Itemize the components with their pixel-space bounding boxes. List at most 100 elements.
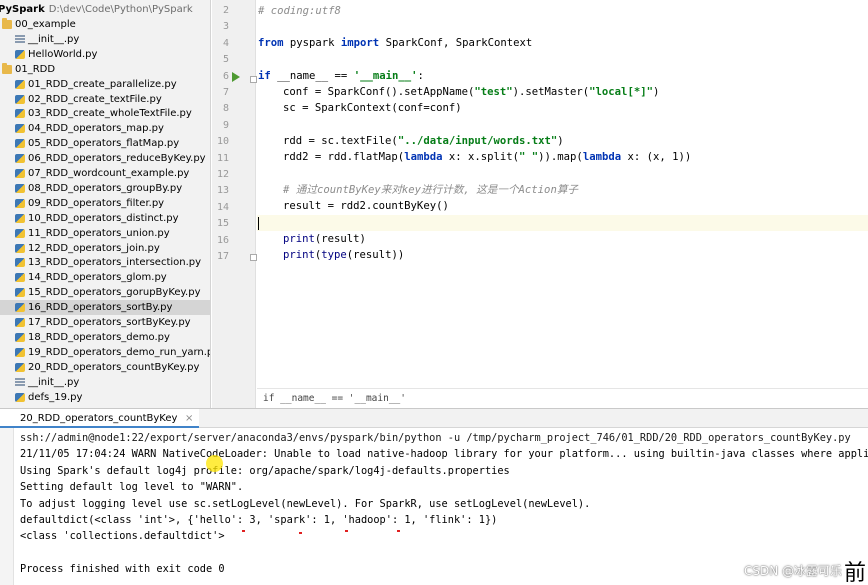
tree-file[interactable]: 11_RDD_operators_union.py bbox=[0, 226, 210, 241]
tree-file[interactable]: 09_RDD_operators_filter.py bbox=[0, 196, 210, 211]
tree-file[interactable]: 15_RDD_operators_gorupByKey.py bbox=[0, 285, 210, 300]
tree-file[interactable]: 08_RDD_operators_groupBy.py bbox=[0, 181, 210, 196]
project-tree: PySpark D:\dev\Code\Python\PySpark 00_exa… bbox=[0, 0, 211, 408]
tree-file[interactable]: __init__.py bbox=[0, 32, 210, 47]
python-file-icon bbox=[15, 258, 25, 268]
code-line-2: # coding:utf8 bbox=[258, 5, 341, 17]
project-root[interactable]: PySpark D:\dev\Code\Python\PySpark bbox=[0, 2, 210, 17]
line-number: 2 bbox=[222, 5, 229, 16]
run-gutter-icon[interactable] bbox=[232, 72, 240, 82]
tree-item-label: 17_RDD_operators_sortByKey.py bbox=[28, 317, 191, 328]
tree-file[interactable]: 19_RDD_operators_demo_run_yarn.py bbox=[0, 345, 210, 360]
tree-item-label: 10_RDD_operators_distinct.py bbox=[28, 212, 179, 224]
python-file-icon bbox=[15, 288, 25, 298]
tree-folder[interactable]: 01_RDD bbox=[0, 62, 210, 77]
run-console[interactable]: ssh://admin@node1:22/export/server/anaco… bbox=[0, 428, 868, 585]
init-file-icon bbox=[15, 34, 25, 44]
tree-file[interactable]: 12_RDD_operators_join.py bbox=[0, 241, 210, 256]
tree-item-label: 09_RDD_operators_filter.py bbox=[28, 197, 165, 209]
tree-item-label: 05_RDD_operators_flatMap.py bbox=[28, 138, 180, 150]
code-line-8: sc = SparkContext(conf=conf) bbox=[283, 102, 462, 114]
fold-marker-icon[interactable] bbox=[250, 254, 257, 261]
tree-item-label: 02_RDD_create_textFile.py bbox=[28, 93, 162, 105]
python-file-icon bbox=[15, 332, 25, 342]
python-file-icon bbox=[15, 79, 25, 89]
python-file-icon bbox=[15, 198, 25, 208]
tree-file[interactable]: 07_RDD_wordcount_example.py bbox=[0, 166, 210, 181]
line-number: 6 bbox=[222, 70, 229, 82]
tree-file[interactable]: 04_RDD_operators_map.py bbox=[0, 121, 210, 136]
annotation-dot bbox=[397, 530, 400, 532]
line-number: 12 bbox=[216, 169, 229, 180]
console-line: Process finished with exit code 0 bbox=[20, 563, 225, 576]
run-tab[interactable]: 20_RDD_operators_countByKey × bbox=[0, 409, 200, 428]
console-line: To adjust logging level use sc.setLogLev… bbox=[20, 497, 591, 510]
tree-file[interactable]: 14_RDD_operators_glom.py bbox=[0, 270, 210, 285]
tree-item-label: 07_RDD_wordcount_example.py bbox=[28, 168, 190, 179]
tree-file[interactable]: 01_RDD_create_parallelize.py bbox=[0, 77, 210, 92]
line-number: 11 bbox=[216, 152, 229, 164]
tree-item-label: 03_RDD_create_wholeTextFile.py bbox=[28, 108, 192, 120]
code-line-15-current bbox=[257, 215, 868, 231]
text-caret bbox=[258, 216, 259, 230]
tree-file[interactable]: 10_RDD_operators_distinct.py bbox=[0, 211, 210, 226]
tree-file[interactable]: 05_RDD_operators_flatMap.py bbox=[0, 136, 210, 151]
code-editor[interactable]: # coding:utf8 from pyspark import SparkC… bbox=[257, 0, 868, 388]
python-file-icon bbox=[15, 124, 25, 134]
tree-file[interactable]: 18_RDD_operators_demo.py bbox=[0, 330, 210, 345]
fold-marker-icon[interactable] bbox=[250, 76, 257, 83]
project-root-name: PySpark bbox=[0, 4, 45, 15]
line-number: 10 bbox=[216, 136, 229, 148]
python-file-icon bbox=[15, 169, 25, 178]
tree-file[interactable]: 06_RDD_operators_reduceByKey.py bbox=[0, 151, 210, 166]
line-number: 8 bbox=[222, 103, 229, 115]
line-number: 3 bbox=[222, 21, 229, 33]
python-file-icon bbox=[15, 183, 25, 193]
mouse-pointer-highlight bbox=[206, 455, 223, 472]
editor-gutter: 2 3 4 5 6 7 8 9 10 11 12 13 14 15 16 17 bbox=[212, 0, 257, 408]
python-file-icon bbox=[15, 139, 25, 149]
tree-file[interactable]: __init__.py bbox=[0, 375, 210, 390]
tree-file[interactable]: defs_19.py bbox=[0, 390, 210, 405]
console-line: ssh://admin@node1:22/export/server/anaco… bbox=[20, 432, 851, 444]
tree-file[interactable]: HelloWorld.py bbox=[0, 47, 210, 62]
python-file-icon bbox=[15, 318, 25, 327]
console-toolbar bbox=[0, 428, 14, 585]
python-file-icon bbox=[15, 347, 25, 357]
editor-breadcrumb[interactable]: if __name__ == '__main__' bbox=[257, 388, 868, 408]
close-tab-icon[interactable]: × bbox=[185, 409, 193, 428]
code-line-4: from pyspark import SparkConf, SparkCont… bbox=[258, 37, 533, 49]
python-file-icon bbox=[15, 94, 25, 104]
python-file-icon bbox=[15, 362, 25, 372]
run-tab-bar: 20_RDD_operators_countByKey × bbox=[0, 408, 868, 428]
tree-file[interactable]: 17_RDD_operators_sortByKey.py bbox=[0, 315, 210, 330]
console-line: 21/11/05 17:04:24 WARN NativeCodeLoader:… bbox=[20, 448, 868, 461]
run-tab-label: 20_RDD_operators_countByKey bbox=[20, 413, 178, 424]
python-file-icon bbox=[15, 273, 25, 283]
tree-file[interactable]: 16_RDD_operators_sortBy.py bbox=[0, 300, 210, 316]
tree-folder[interactable]: 00_example bbox=[0, 17, 210, 32]
python-file-icon bbox=[15, 228, 25, 238]
tree-item-label: 14_RDD_operators_glom.py bbox=[28, 272, 167, 284]
tree-item-label: 16_RDD_operators_sortBy.py bbox=[28, 302, 173, 314]
tree-file[interactable]: 13_RDD_operators_intersection.py bbox=[0, 255, 210, 270]
line-number: 15 bbox=[216, 218, 229, 230]
python-file-icon bbox=[15, 213, 25, 223]
console-line: Using Spark's default log4j profile: org… bbox=[20, 464, 510, 477]
tree-file[interactable]: 02_RDD_create_textFile.py bbox=[0, 92, 210, 107]
tree-item-label: 06_RDD_operators_reduceByKey.py bbox=[28, 153, 206, 165]
code-line-7: conf = SparkConf().setAppName("test").se… bbox=[283, 86, 660, 98]
tree-file[interactable]: 20_RDD_operators_countByKey.py bbox=[0, 360, 210, 375]
tree-item-label: 18_RDD_operators_demo.py bbox=[28, 331, 170, 343]
code-line-16: print(result) bbox=[283, 233, 366, 245]
code-line-13: # 通过countByKey来对key进行计数, 这是一个Action算子 bbox=[283, 184, 579, 196]
line-number: 13 bbox=[216, 185, 229, 197]
watermark: CSDN @冰露可乐 bbox=[743, 564, 842, 578]
tree-item-label: 01_RDD bbox=[15, 63, 56, 75]
tree-item-label: 19_RDD_operators_demo_run_yarn.py bbox=[28, 346, 211, 358]
line-number: 4 bbox=[222, 37, 229, 49]
annotation-dot bbox=[299, 532, 302, 534]
tree-file[interactable]: 03_RDD_create_wholeTextFile.py bbox=[0, 106, 210, 121]
code-line-17: print(type(result)) bbox=[283, 249, 405, 261]
line-number: 5 bbox=[222, 54, 229, 66]
